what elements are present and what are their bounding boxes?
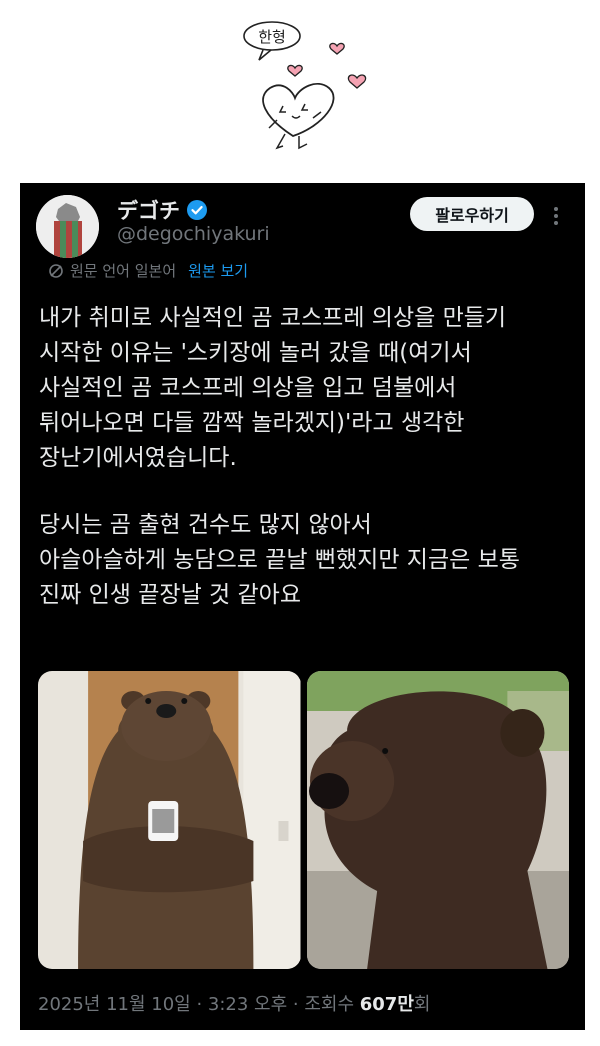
- tweet-card: デゴチ @degochiyakuri 팔로우하기 원문 언어 일본어 원본 보기…: [20, 183, 585, 1030]
- translate-icon: [49, 263, 63, 278]
- view-count: 607만: [359, 994, 414, 1015]
- avatar[interactable]: [36, 195, 99, 258]
- show-original-link[interactable]: 원본 보기: [188, 260, 248, 281]
- tweet-metadata: 2025년 11월 10일 · 3:23 오후 · 조회수 607만회: [38, 990, 430, 1016]
- bear-costume-photo-1[interactable]: [38, 671, 301, 969]
- verified-badge-icon: [187, 200, 207, 220]
- heart-doodle-illustration: 한형: [243, 21, 367, 150]
- view-count-suffix: 회: [413, 994, 431, 1015]
- doodle-text: 한형: [258, 28, 286, 46]
- timestamp[interactable]: 2025년 11월 10일 · 3:23 오후 · 조회수: [38, 994, 354, 1015]
- translation-info: 원문 언어 일본어 원본 보기: [48, 260, 248, 281]
- display-name-text[interactable]: デゴチ: [117, 195, 180, 225]
- tweet-paragraph-2: 당시는 곰 출현 건수도 많지 않아서 아슬아슬하게 농담으로 끝날 뻔했지만 …: [39, 512, 520, 608]
- display-name[interactable]: デゴチ: [117, 195, 208, 225]
- tweet-media: [38, 671, 569, 969]
- translation-source: 원문 언어 일본어: [70, 262, 177, 280]
- tweet-text: 내가 취미로 사실적인 곰 코스프레 의상을 만들기 시작한 이유는 '스키장에…: [39, 301, 569, 645]
- tweet-paragraph-1: 내가 취미로 사실적인 곰 코스프레 의상을 만들기 시작한 이유는 '스키장에…: [39, 305, 507, 471]
- bear-costume-photo-2[interactable]: [306, 671, 569, 969]
- follow-button[interactable]: 팔로우하기: [410, 197, 534, 231]
- more-options-icon[interactable]: [546, 201, 566, 231]
- user-handle[interactable]: @degochiyakuri: [117, 223, 270, 245]
